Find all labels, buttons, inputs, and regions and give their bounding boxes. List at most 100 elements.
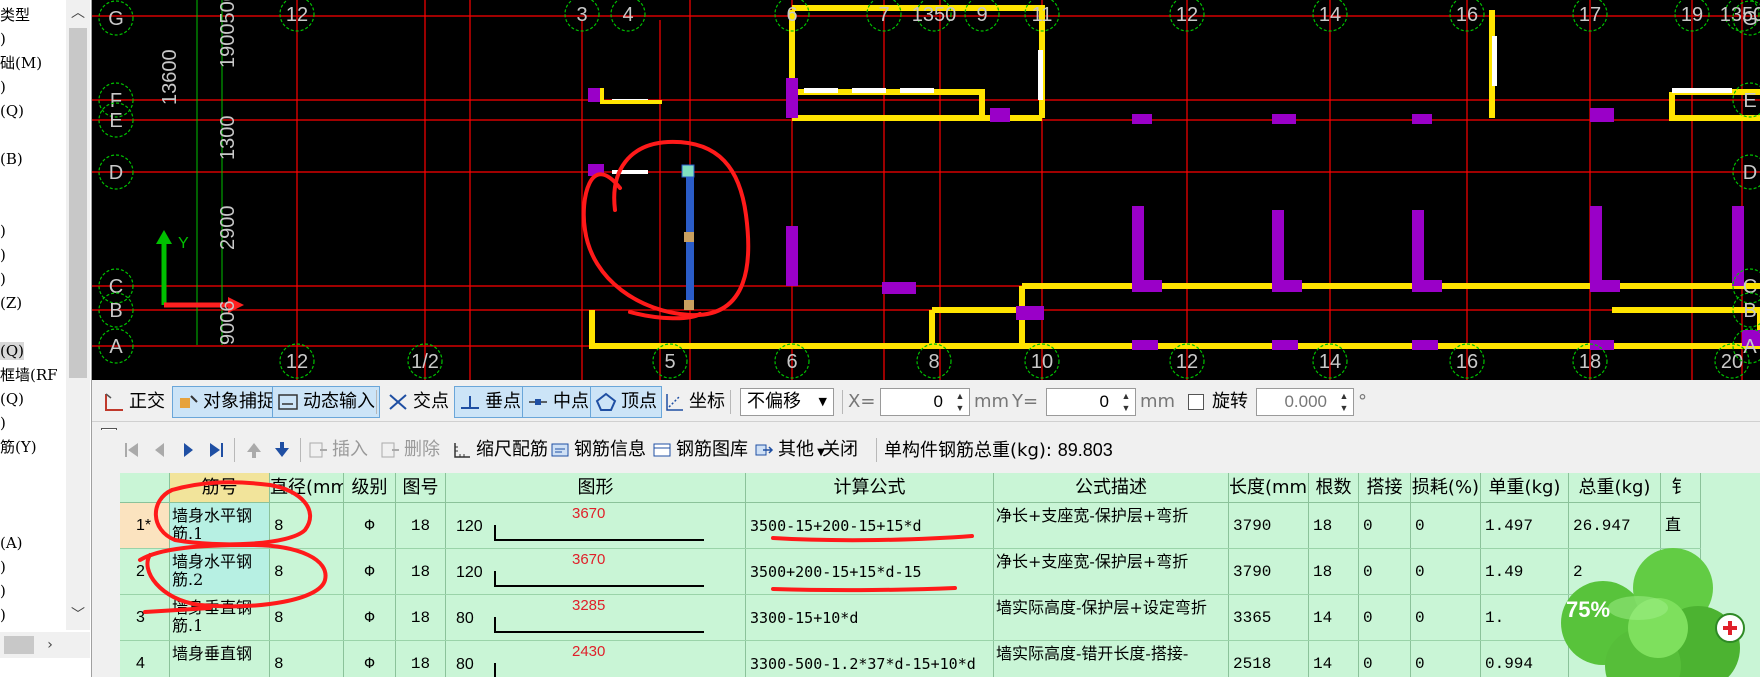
- tree-item[interactable]: ): [0, 270, 6, 288]
- cell-diameter[interactable]: 8: [270, 595, 344, 640]
- tree-item[interactable]: ): [0, 246, 6, 264]
- column-header[interactable]: 直径(mm): [270, 473, 344, 502]
- cell-count[interactable]: 14: [1309, 595, 1359, 640]
- tree-horizontal-scrollbar[interactable]: ›: [0, 632, 90, 658]
- delete-button[interactable]: 删除: [378, 434, 440, 466]
- scroll-thumb[interactable]: [69, 28, 87, 378]
- tree-item[interactable]: ): [0, 558, 6, 576]
- cell-diameter[interactable]: 8: [270, 641, 344, 677]
- row-number[interactable]: 4: [120, 641, 170, 677]
- cell-grade[interactable]: Φ: [344, 503, 396, 548]
- other-menu-button[interactable]: 其他 ▼: [752, 434, 825, 466]
- column-header[interactable]: 搭接: [1359, 473, 1411, 502]
- cell-fig-no[interactable]: 18: [396, 595, 446, 640]
- move-down-icon[interactable]: [270, 436, 294, 464]
- scroll-down-icon[interactable]: ﹀: [68, 604, 88, 626]
- tree-item[interactable]: ): [0, 582, 6, 600]
- offset-select[interactable]: 不偏移 ▼: [740, 388, 834, 416]
- tree-item[interactable]: (Q): [0, 102, 24, 120]
- cell-length[interactable]: 3790: [1229, 503, 1309, 548]
- tree-item[interactable]: 框墙(RF: [0, 366, 58, 384]
- column-header[interactable]: 图形: [446, 473, 746, 502]
- perpendicular-snap-button[interactable]: 垂点: [454, 386, 526, 418]
- shape-cell[interactable]: 120 3670: [446, 549, 746, 594]
- cell-lap[interactable]: 0: [1359, 549, 1411, 594]
- y-offset-input[interactable]: 0 ▲ ▼: [1046, 388, 1136, 416]
- scale-rebar-button[interactable]: 缩尺配筋: [450, 434, 548, 466]
- cell-loss[interactable]: 0: [1411, 503, 1481, 548]
- column-header[interactable]: 级别: [344, 473, 396, 502]
- table-row[interactable]: 4 墙身垂直钢 8 Φ 18 80 2430 3300-500-1.2*37*d-15+10*…: [120, 641, 1701, 677]
- cell-desc[interactable]: 净长+支座宽-保护层+弯折: [994, 549, 1229, 594]
- cell-formula[interactable]: 3300-500-1.2*37*d-15+10*d: [746, 641, 994, 677]
- object-snap-button[interactable]: 对象捕捉: [172, 386, 280, 418]
- column-header[interactable]: 图号: [396, 473, 446, 502]
- cell-grade[interactable]: Φ: [344, 595, 396, 640]
- intersection-snap-button[interactable]: 交点: [382, 386, 454, 418]
- selected-wall[interactable]: [681, 164, 695, 310]
- cell-name[interactable]: 墙身垂直钢筋.1: [170, 595, 270, 640]
- tree-item[interactable]: ): [0, 78, 6, 96]
- cell-count[interactable]: 14: [1309, 641, 1359, 677]
- cell-lap[interactable]: 0: [1359, 595, 1411, 640]
- cell-extra[interactable]: 直: [1661, 503, 1701, 548]
- tree-item[interactable]: 类型: [0, 6, 30, 24]
- cell-length[interactable]: 3790: [1229, 549, 1309, 594]
- cell-desc[interactable]: 墙实际高度-错开长度-搭接-: [994, 641, 1229, 677]
- table-row[interactable]: 1* 墙身水平钢筋.1 8 Φ 18 120 3670 3500-15+200-15+15*d…: [120, 503, 1701, 549]
- cell-name[interactable]: 墙身水平钢筋.2: [170, 549, 270, 594]
- cell-name[interactable]: 墙身垂直钢: [170, 641, 270, 677]
- column-header[interactable]: 长度(mm): [1229, 473, 1309, 502]
- cell-length[interactable]: 3365: [1229, 595, 1309, 640]
- row-number[interactable]: 2: [120, 549, 170, 595]
- cell-desc[interactable]: 净长+支座宽-保护层+弯折: [994, 503, 1229, 548]
- cell-total-w[interactable]: 26.947: [1569, 503, 1661, 548]
- cell-unit-w[interactable]: 1.497: [1481, 503, 1569, 548]
- cell-loss[interactable]: 0: [1411, 641, 1481, 677]
- column-header[interactable]: 计算公式: [746, 473, 994, 502]
- table-row[interactable]: 2 墙身水平钢筋.2 8 Φ 18 120 3670 3500+200-15+15*d-15 净…: [120, 549, 1701, 595]
- first-record-icon[interactable]: [120, 436, 144, 464]
- spin-arrows-icon[interactable]: ▲ ▼: [1337, 390, 1351, 414]
- ortho-button[interactable]: 正交: [98, 386, 170, 418]
- table-row[interactable]: 3 墙身垂直钢筋.1 8 Φ 18 80 3285 3300-15+10*d 墙实际高度-保护层…: [120, 595, 1701, 641]
- cell-grade[interactable]: Φ: [344, 641, 396, 677]
- cell-desc[interactable]: 墙实际高度-保护层+设定弯折: [994, 595, 1229, 640]
- cell-formula[interactable]: 3500-15+200-15+15*d: [746, 503, 994, 548]
- cell-fig-no[interactable]: 18: [396, 549, 446, 594]
- cell-formula[interactable]: 3500+200-15+15*d-15: [746, 549, 994, 594]
- column-header[interactable]: 损耗(%): [1411, 473, 1481, 502]
- cell-diameter[interactable]: 8: [270, 549, 344, 594]
- vertex-snap-button[interactable]: 顶点: [590, 386, 662, 418]
- rebar-info-button[interactable]: 钢筋信息: [548, 434, 646, 466]
- last-record-icon[interactable]: [204, 436, 228, 464]
- row-number[interactable]: 1*: [120, 503, 170, 549]
- coordinate-snap-button[interactable]: 坐标: [658, 386, 730, 418]
- floor-plan-drawing[interactable]: Y 13600 1900500 1300 2900 9006 12 3 4 6 7 135…: [92, 0, 1760, 380]
- next-record-icon[interactable]: [176, 436, 200, 464]
- cell-grade[interactable]: Φ: [344, 549, 396, 594]
- dynamic-input-button[interactable]: 动态输入: [272, 386, 380, 418]
- shape-cell[interactable]: 80 3285: [446, 595, 746, 640]
- spin-arrows-icon[interactable]: ▲ ▼: [953, 390, 967, 414]
- tree-item[interactable]: (Q): [0, 390, 24, 408]
- tree-item[interactable]: ): [0, 222, 6, 240]
- tree-item[interactable]: (B): [0, 150, 23, 168]
- cell-formula[interactable]: 3300-15+10*d: [746, 595, 994, 640]
- scroll-up-icon[interactable]: ︿: [68, 2, 88, 24]
- cell-length[interactable]: 2518: [1229, 641, 1309, 677]
- tree-item[interactable]: ): [0, 606, 6, 624]
- rebar-library-button[interactable]: 钢筋图库: [650, 434, 748, 466]
- move-up-icon[interactable]: [242, 436, 266, 464]
- row-number[interactable]: 3: [120, 595, 170, 641]
- scroll-right-icon[interactable]: ›: [40, 634, 60, 656]
- cell-lap[interactable]: 0: [1359, 641, 1411, 677]
- cell-name[interactable]: 墙身水平钢筋.1: [170, 503, 270, 548]
- cell-fig-no[interactable]: 18: [396, 641, 446, 677]
- cell-diameter[interactable]: 8: [270, 503, 344, 548]
- shape-cell[interactable]: 120 3670: [446, 503, 746, 548]
- midpoint-snap-button[interactable]: 中点: [522, 386, 594, 418]
- column-header[interactable]: 公式描述: [994, 473, 1229, 502]
- column-header[interactable]: 筋号: [170, 473, 270, 502]
- hscroll-thumb[interactable]: [4, 636, 34, 654]
